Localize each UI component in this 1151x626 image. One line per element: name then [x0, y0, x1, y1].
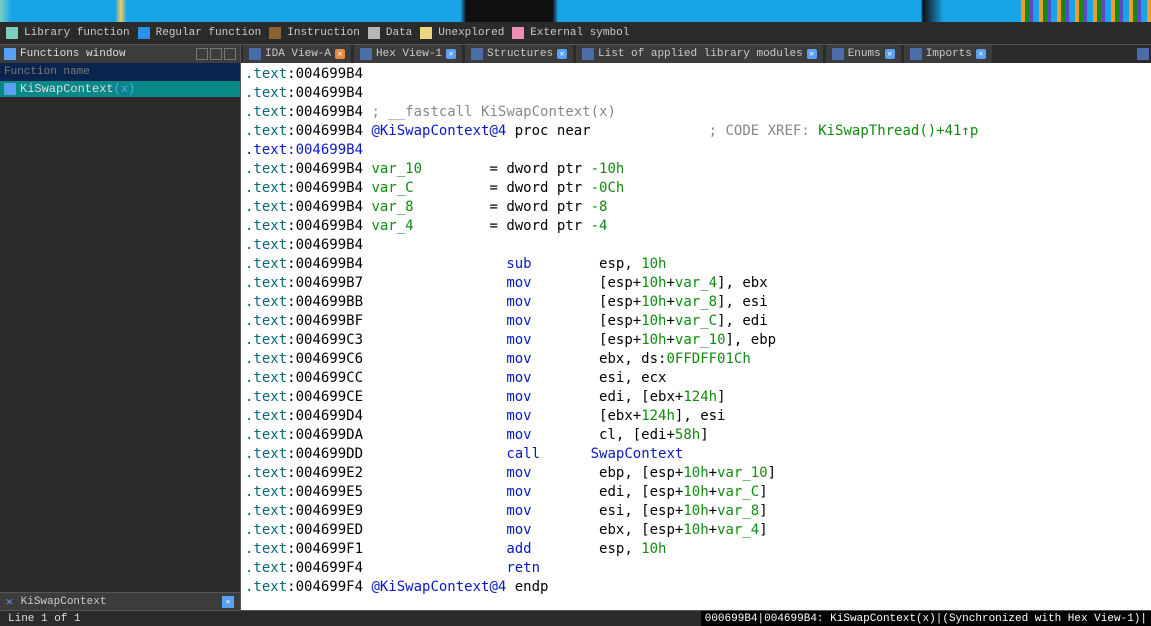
functions-window-title: Functions window: [20, 48, 126, 60]
disassembly-view[interactable]: .text:004699B4 .text:004699B4 .text:0046…: [241, 63, 1151, 610]
function-name-filter[interactable]: Function name: [0, 63, 240, 81]
maximize-icon[interactable]: [210, 48, 222, 60]
legend-regular-label: Regular function: [156, 27, 262, 39]
legend-unexplored-label: Unexplored: [438, 27, 504, 39]
view-tabs: IDA View-A✕Hex View-1✕Structures✕List of…: [241, 45, 1151, 63]
legend-instruction-label: Instruction: [287, 27, 360, 39]
legend-library-label: Library function: [24, 27, 130, 39]
tab-ida-view-a[interactable]: IDA View-A ✕: [243, 45, 351, 63]
functions-window: Functions window Function name KiSwapCon…: [0, 45, 241, 610]
tab-close-icon[interactable]: ✕: [807, 49, 817, 59]
function-legend: Library function Regular function Instru…: [0, 22, 1151, 44]
functions-footer-tab[interactable]: ✕ KiSwapContext ✕: [0, 592, 240, 610]
tab-close-icon[interactable]: ✕: [976, 49, 986, 59]
status-line-info: Line 1 of 1: [0, 613, 89, 625]
tab-close-icon[interactable]: ✕: [446, 49, 456, 59]
tab-close-icon[interactable]: ✕: [557, 49, 567, 59]
tab-close-icon[interactable]: ✕: [335, 49, 345, 59]
tab-label: Structures: [487, 48, 553, 60]
functions-window-titlebar[interactable]: Functions window: [0, 45, 240, 63]
tab-hex-view-1[interactable]: Hex View-1 ✕: [354, 45, 462, 63]
tab-icon: [249, 48, 261, 60]
close-icon[interactable]: [224, 48, 236, 60]
close-icon[interactable]: ✕: [6, 595, 13, 609]
legend-data-label: Data: [386, 27, 412, 39]
tab-icon: [582, 48, 594, 60]
legend-external-label: External symbol: [530, 27, 629, 39]
status-address-info: 000699B4|004699B4: KiSwapContext(x)|(Syn…: [701, 611, 1151, 626]
tab-imports[interactable]: Imports ✕: [904, 45, 992, 63]
function-list-item[interactable]: KiSwapContext(x): [0, 81, 240, 97]
tab-label: List of applied library modules: [598, 48, 803, 60]
tab-label: Enums: [848, 48, 881, 60]
tab-icon: [832, 48, 844, 60]
navigation-overview-bar[interactable]: [0, 0, 1151, 22]
footer-function-label: KiSwapContext: [21, 596, 107, 608]
tab-label: Hex View-1: [376, 48, 442, 60]
tab-icon: [360, 48, 372, 60]
status-bar: Line 1 of 1 000699B4|004699B4: KiSwapCon…: [0, 610, 1151, 626]
functions-icon: [4, 48, 16, 60]
more-tabs-icon[interactable]: [1137, 48, 1149, 60]
tab-icon: [910, 48, 922, 60]
undock-icon[interactable]: [196, 48, 208, 60]
tab-label: IDA View-A: [265, 48, 331, 60]
tab-close-icon[interactable]: ✕: [885, 49, 895, 59]
tab-enums[interactable]: Enums ✕: [826, 45, 901, 63]
tab-list-of-applied-library-modules[interactable]: List of applied library modules ✕: [576, 45, 823, 63]
tab-label: Imports: [926, 48, 972, 60]
functions-list[interactable]: KiSwapContext(x): [0, 81, 240, 592]
tab-close-icon[interactable]: ✕: [222, 596, 234, 608]
tab-structures[interactable]: Structures ✕: [465, 45, 573, 63]
tab-icon: [471, 48, 483, 60]
function-icon: [4, 83, 16, 95]
